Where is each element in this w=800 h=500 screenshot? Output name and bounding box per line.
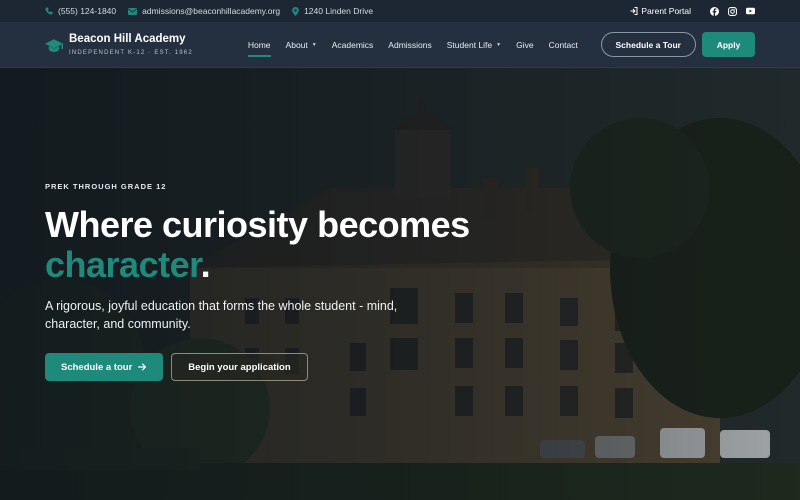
location-pin-icon: [292, 6, 299, 16]
headline-accent: character: [45, 244, 201, 285]
nav-item-label: Admissions: [388, 39, 432, 50]
nav-item-contact[interactable]: Contact: [549, 22, 578, 68]
caret-down-icon: ▼: [496, 41, 502, 48]
facebook-icon[interactable]: [710, 6, 719, 16]
nav-actions: Schedule a Tour Apply: [600, 32, 755, 57]
address-contact[interactable]: 1240 Linden Drive: [292, 6, 373, 16]
main-navigation: Beacon Hill Academy INDEPENDENT K-12 · E…: [0, 22, 800, 68]
nav-item-label: Home: [247, 39, 271, 50]
hero-ctas: Schedule a tour Begin your application: [45, 353, 505, 381]
youtube-icon[interactable]: [746, 7, 755, 16]
cta-primary-label: Schedule a tour: [61, 361, 133, 373]
nav-item-student-life[interactable]: Student Life ▼: [447, 22, 501, 68]
caret-down-icon: ▼: [311, 41, 317, 48]
hero-content: PREK THROUGH GRADE 12 Where curiosity be…: [45, 182, 505, 381]
sign-in-icon: [630, 7, 638, 15]
phone-contact[interactable]: (555) 124-1840: [45, 6, 116, 16]
hero-eyebrow: PREK THROUGH GRADE 12: [45, 182, 167, 191]
brand-tagline: INDEPENDENT K-12 · EST. 1962: [69, 50, 193, 56]
parent-portal-label: Parent Portal: [641, 6, 691, 16]
headline-line-1: Where curiosity becomes: [45, 204, 470, 245]
parent-portal-link[interactable]: Parent Portal: [630, 6, 691, 16]
begin-application-button[interactable]: Begin your application: [171, 353, 308, 381]
brand-name: Beacon Hill Academy: [69, 33, 186, 45]
phone-icon: [45, 7, 53, 15]
hero-headline: Where curiosity becomes character.: [45, 205, 505, 285]
street-address: 1240 Linden Drive: [304, 6, 374, 16]
schedule-tour-button[interactable]: Schedule a Tour: [600, 32, 696, 57]
nav-item-label: Academics: [331, 39, 374, 50]
email-address: admissions@beaconhillacademy.org: [142, 6, 281, 16]
nav-item-about[interactable]: About ▼: [286, 22, 317, 68]
email-contact[interactable]: admissions@beaconhillacademy.org: [128, 6, 280, 16]
nav-item-home[interactable]: Home: [247, 22, 271, 68]
nav-item-label: Student Life: [446, 39, 493, 50]
brand-text: Beacon Hill Academy INDEPENDENT K-12 · E…: [69, 33, 193, 56]
hero-lede: A rigorous, joyful education that forms …: [45, 299, 398, 331]
hero-section: PREK THROUGH GRADE 12 Where curiosity be…: [0, 68, 800, 500]
nav-item-label: Contact: [548, 39, 578, 50]
graduation-cap-icon: [45, 38, 63, 52]
headline-period: .: [200, 244, 211, 285]
brand-logo-link[interactable]: Beacon Hill Academy INDEPENDENT K-12 · E…: [45, 33, 193, 56]
mail-icon: [128, 7, 138, 15]
cta-secondary-label: Begin your application: [188, 361, 291, 373]
nav-menu: Home About ▼ Academics Admissions Student…: [247, 22, 593, 68]
nav-item-label: Give: [516, 39, 534, 50]
apply-button[interactable]: Apply: [702, 32, 755, 57]
nav-item-give[interactable]: Give: [516, 22, 533, 68]
topbar-right: Parent Portal: [630, 6, 755, 16]
nav-item-admissions[interactable]: Admissions: [388, 22, 431, 68]
arrow-right-icon: [138, 363, 147, 371]
nav-item-academics[interactable]: Academics: [332, 22, 374, 68]
instagram-icon[interactable]: [728, 6, 737, 16]
top-utility-bar: (555) 124-1840 admissions@beaconhillacad…: [0, 0, 800, 22]
phone-number: (555) 124-1840: [58, 6, 117, 16]
schedule-tour-cta-button[interactable]: Schedule a tour: [45, 353, 164, 381]
nav-item-label: About: [285, 39, 308, 50]
